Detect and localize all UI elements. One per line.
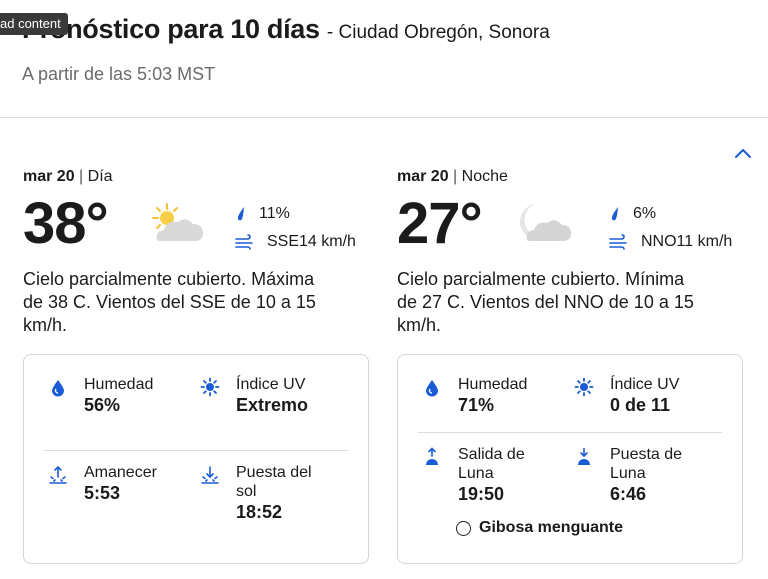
day-date: mar 20 — [23, 168, 75, 185]
day-humidity-label: Humedad — [84, 376, 154, 393]
moonrise-icon — [426, 447, 438, 465]
day-humidity: Humedad 56% — [48, 375, 153, 416]
uv-sun-icon — [200, 377, 220, 397]
night-details-card: Humedad 71% Índice UV 0 de 11 Salida de … — [397, 354, 743, 564]
night-humidity-label: Humedad — [458, 376, 528, 393]
card-divider — [418, 432, 722, 433]
day-sunrise: Amanecer 5:53 — [48, 463, 157, 504]
night-period-name: Noche — [461, 168, 508, 185]
day-sunrise-label: Amanecer — [84, 464, 157, 481]
updated-time: A partir de las 5:03 MST — [22, 64, 216, 84]
moon-phase-label: Gibosa menguante — [479, 519, 624, 536]
humidity-drop-icon — [426, 380, 438, 397]
day-sunrise-value: 5:53 — [84, 483, 121, 503]
location-name[interactable]: - Ciudad Obregón, Sonora — [327, 22, 550, 43]
night-wind: NNO11 km/h — [641, 233, 733, 250]
night-moonset-label: Puesta de Luna — [610, 446, 683, 482]
day-forecast: mar 20 | Día 38° 11% SSE14 km/h Cielo pa… — [23, 168, 373, 337]
sunset-icon — [201, 466, 219, 484]
chevron-up-icon[interactable] — [733, 144, 753, 164]
night-humidity: Humedad 71% — [422, 375, 527, 416]
partly-cloudy-sun-icon — [152, 203, 203, 241]
night-moonset-value: 6:46 — [610, 484, 647, 504]
day-period-label: mar 20 | Día — [23, 168, 113, 185]
precipitation-icon — [237, 207, 244, 221]
night-moonset: Puesta de Luna 6:46 — [574, 445, 694, 505]
day-temperature: 38° — [23, 191, 109, 256]
night-date: mar 20 — [397, 168, 449, 185]
day-uv-value: Extremo — [236, 395, 309, 415]
ad-content-tag: ad content — [0, 13, 68, 35]
card-divider — [44, 450, 348, 451]
night-description: Cielo parcialmente cubierto. Mínima de 2… — [397, 269, 694, 335]
night-forecast: mar 20 | Noche 27° 6% NNO11 km/h Cielo p… — [397, 168, 747, 337]
moon-phase: Gibosa menguante — [456, 519, 623, 537]
wind-icon — [235, 234, 253, 250]
night-moonrise-value: 19:50 — [458, 484, 505, 504]
header-divider — [0, 117, 768, 118]
night-uv-label: Índice UV — [610, 376, 680, 393]
uv-sun-icon — [574, 377, 594, 397]
night-humidity-value: 71% — [458, 395, 495, 415]
day-humidity-value: 56% — [84, 395, 121, 415]
day-sunset-value: 18:52 — [236, 502, 283, 522]
page-title: Pronóstico para 10 días - Ciudad Obregón… — [22, 14, 550, 45]
day-period-name: Día — [87, 168, 113, 185]
night-moonrise: Salida de Luna 19:50 — [422, 445, 542, 505]
day-sunset-label: Puesta del sol — [236, 464, 312, 500]
sunrise-icon — [49, 465, 67, 484]
day-precip: 11% — [259, 205, 290, 222]
night-moonrise-label: Salida de Luna — [458, 446, 525, 482]
day-wind: SSE14 km/h — [267, 233, 356, 250]
precipitation-icon — [611, 207, 618, 221]
day-meta: 11% SSE14 km/h — [235, 200, 356, 256]
day-uv: Índice UV Extremo — [200, 375, 308, 416]
day-sunset: Puesta del sol 18:52 — [200, 463, 312, 523]
partly-cloudy-moon-icon — [520, 204, 571, 241]
night-uv-value: 0 de 11 — [610, 395, 671, 415]
moonset-icon — [578, 447, 590, 465]
moon-phase-icon — [456, 520, 471, 536]
wind-icon — [609, 234, 627, 250]
day-details-card: Humedad 56% Índice UV Extremo Amanecer 5… — [23, 354, 369, 564]
night-uv: Índice UV 0 de 11 — [574, 375, 679, 416]
day-description: Cielo parcialmente cubierto. Máxima de 3… — [23, 269, 316, 335]
night-precip: 6% — [633, 205, 657, 222]
night-meta: 6% NNO11 km/h — [609, 200, 732, 256]
night-period-label: mar 20 | Noche — [397, 168, 508, 185]
humidity-drop-icon — [52, 380, 64, 397]
night-temperature: 27° — [397, 191, 483, 256]
day-uv-label: Índice UV — [236, 376, 306, 393]
